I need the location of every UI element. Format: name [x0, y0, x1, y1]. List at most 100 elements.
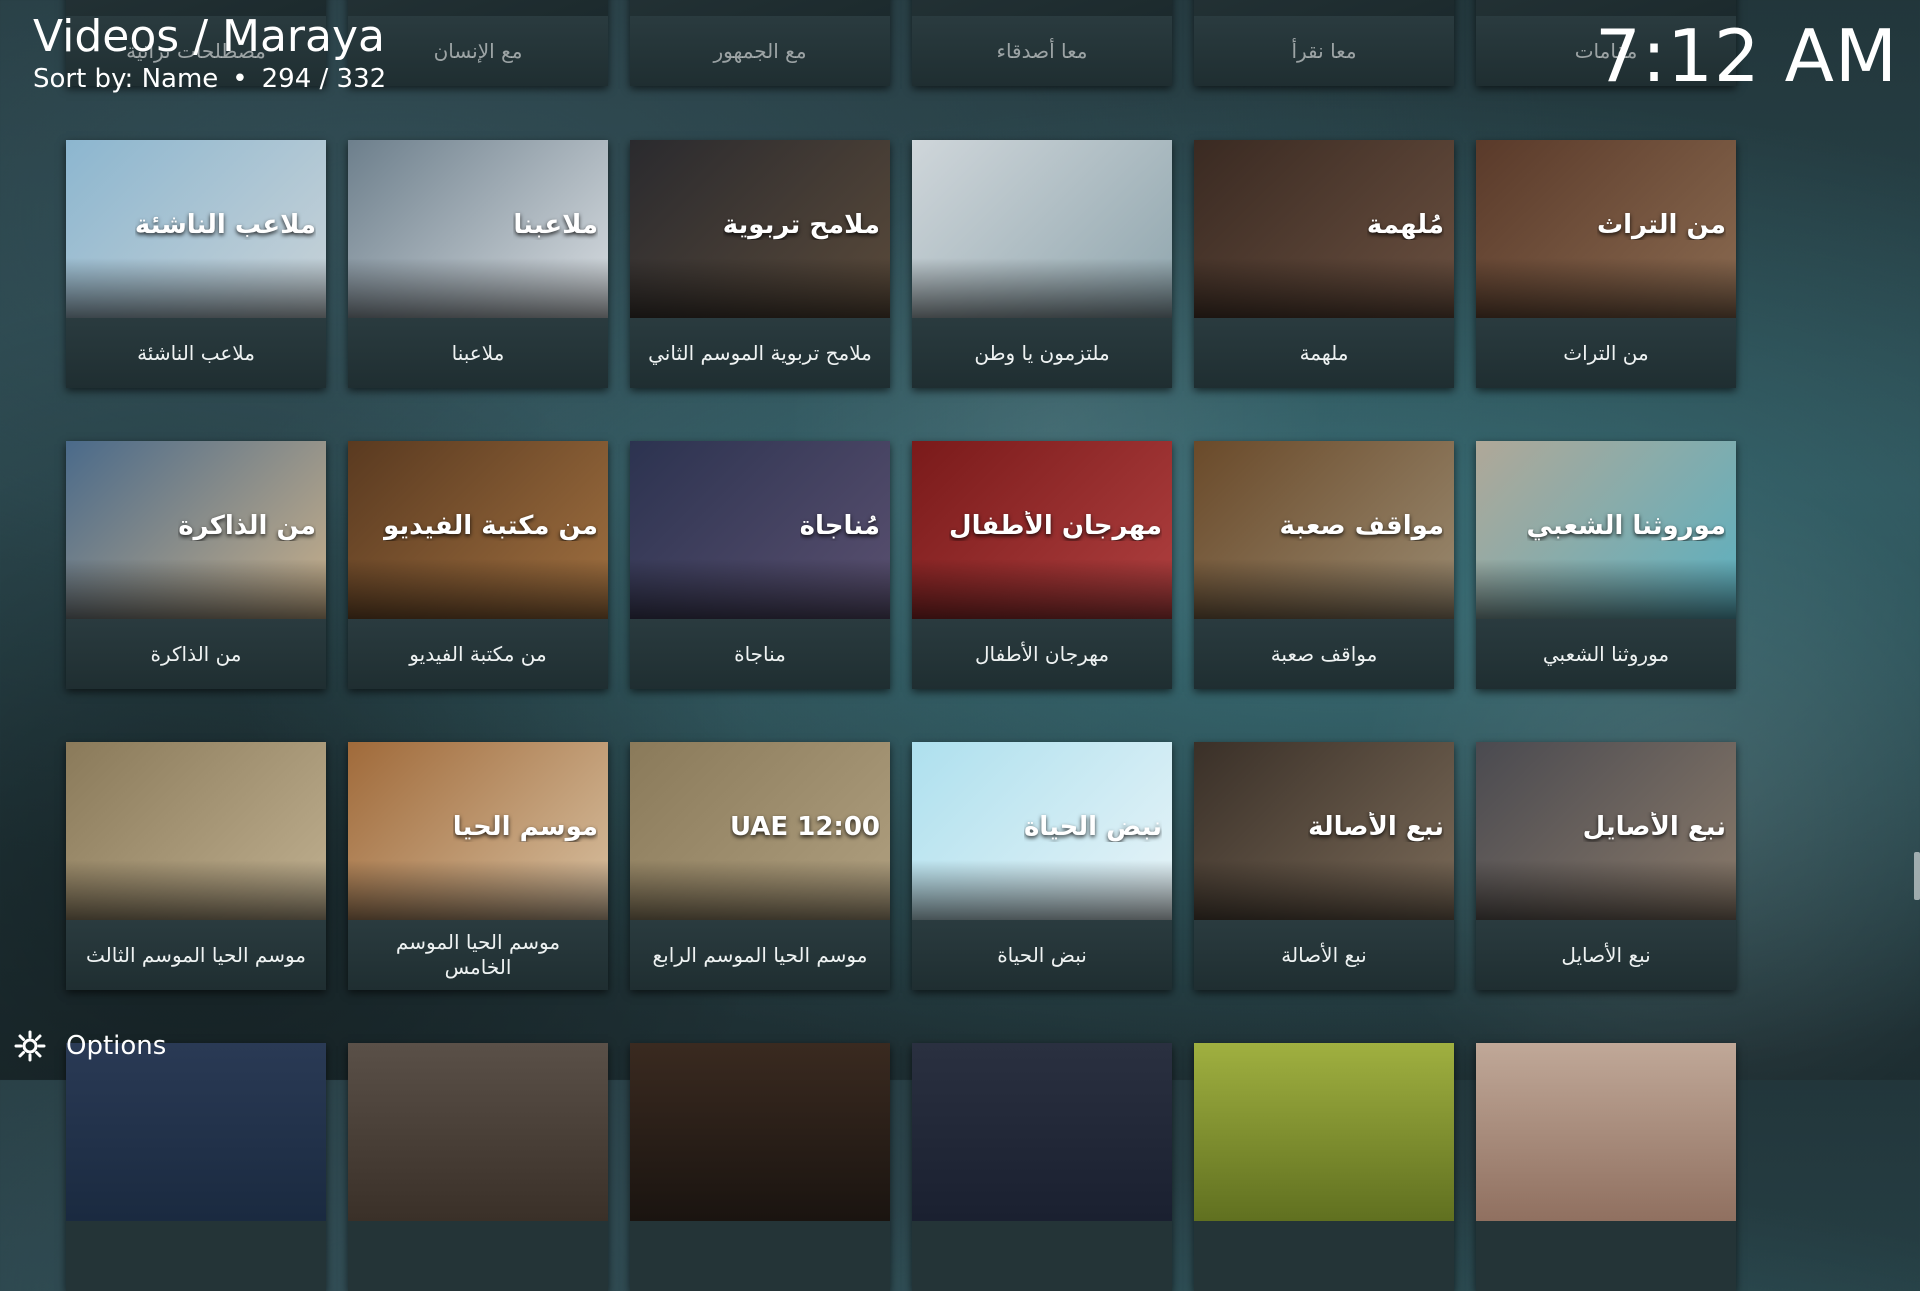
- tile-title: موسم الحيا الموسم الخامس: [348, 920, 608, 990]
- tile-title: ملامح تربوية الموسم الثاني: [630, 318, 890, 388]
- video-tile[interactable]: موسم الحيا موسم الحيا الموسم الخامس: [348, 742, 608, 990]
- thumbnail: [912, 0, 1172, 16]
- tile-title: موسم الحيا الموسم الرابع: [630, 920, 890, 990]
- tile-title: مناجاة: [630, 619, 890, 689]
- tile-title: معا نقرأ: [1194, 16, 1454, 86]
- tile-title: موروثنا الشعبي: [1476, 619, 1736, 689]
- tile-title: ملهمة: [1194, 318, 1454, 388]
- thumbnail-logo-text: نبع الأصالة: [1308, 812, 1444, 842]
- thumbnail-logo-text: ملامح تربوية: [722, 210, 880, 240]
- thumbnail-logo-text: موروثنا الشعبي: [1526, 511, 1726, 541]
- thumbnail-logo-text: نبع الأصايل: [1582, 812, 1726, 842]
- video-tile[interactable]: ملامح تربوية ملامح تربوية الموسم الثاني: [630, 140, 890, 388]
- page-header: Videos / Maraya Sort by: Name • 294 / 33…: [33, 11, 386, 95]
- thumbnail: مواقف صعبة: [1194, 441, 1454, 619]
- video-tile[interactable]: مواقف صعبة مواقف صعبة: [1194, 441, 1454, 689]
- video-tile[interactable]: مع الجمهور: [630, 0, 890, 86]
- video-tile[interactable]: [1476, 1043, 1736, 1291]
- thumbnail-logo-text: من الذاكرة: [178, 511, 316, 541]
- video-tile[interactable]: ملتزمون يا وطن: [912, 140, 1172, 388]
- thumbnail: ملامح تربوية: [630, 140, 890, 318]
- thumbnail-logo-text: مُناجاة: [799, 511, 880, 541]
- thumbnail-logo-text: نبض الحياة: [1023, 812, 1162, 842]
- item-counter: 294 / 332: [261, 64, 387, 94]
- tile-title: مع الجمهور: [630, 16, 890, 86]
- tile-title: ملتزمون يا وطن: [912, 318, 1172, 388]
- sort-info: Sort by: Name • 294 / 332: [33, 64, 386, 94]
- thumbnail: 12:00 UAE: [630, 742, 890, 920]
- thumbnail-logo-text: ملاعب الناشئة: [134, 210, 316, 240]
- video-tile[interactable]: موسم الحيا الموسم الثالث: [66, 742, 326, 990]
- video-tile[interactable]: مُناجاة مناجاة: [630, 441, 890, 689]
- thumbnail-logo-text: مواقف صعبة: [1279, 511, 1444, 541]
- thumbnail: ملاعب الناشئة: [66, 140, 326, 318]
- scrollbar[interactable]: [1914, 852, 1920, 900]
- tile-title: ملاعبنا: [348, 318, 608, 388]
- tile-title: موسم الحيا الموسم الثالث: [66, 920, 326, 990]
- thumbnail: [348, 0, 608, 16]
- video-tile[interactable]: نبع الأصالة نبع الأصالة: [1194, 742, 1454, 990]
- video-tile[interactable]: مُلهِمة ملهمة: [1194, 140, 1454, 388]
- video-tile[interactable]: نبع الأصايل نبع الأصايل: [1476, 742, 1736, 990]
- thumbnail: من الذاكرة: [66, 441, 326, 619]
- thumbnail-logo-text: من التراث: [1596, 210, 1726, 240]
- thumbnail: ملاعبنا: [348, 140, 608, 318]
- video-tile[interactable]: ملاعبنا ملاعبنا: [348, 140, 608, 388]
- thumbnail-logo-text: ملاعبنا: [513, 210, 598, 240]
- video-tile[interactable]: معا نقرأ: [1194, 0, 1454, 86]
- video-tile[interactable]: معا أصدقاء: [912, 0, 1172, 86]
- thumbnail: [912, 1043, 1172, 1221]
- thumbnail: [912, 140, 1172, 318]
- clock: 7:12 AM: [1595, 14, 1898, 98]
- tile-title: مع الإنسان: [348, 16, 608, 86]
- video-tile[interactable]: [912, 1043, 1172, 1291]
- sort-label: Sort by: Name: [33, 64, 219, 94]
- tile-title: ملاعب الناشئة: [66, 318, 326, 388]
- options-label: Options: [66, 1031, 167, 1061]
- video-tile[interactable]: [66, 1043, 326, 1291]
- thumbnail: من مكتبة الفيديو: [348, 441, 608, 619]
- video-tile[interactable]: [348, 1043, 608, 1291]
- tile-title: من الذاكرة: [66, 619, 326, 689]
- video-tile[interactable]: 12:00 UAE موسم الحيا الموسم الرابع: [630, 742, 890, 990]
- thumbnail: [66, 1043, 326, 1221]
- video-tile[interactable]: [630, 1043, 890, 1291]
- thumbnail: موروثنا الشعبي: [1476, 441, 1736, 619]
- thumbnail: [1194, 0, 1454, 16]
- video-tile[interactable]: [1194, 1043, 1454, 1291]
- thumbnail: [1476, 1043, 1736, 1221]
- video-tile[interactable]: نبض الحياة نبض الحياة: [912, 742, 1172, 990]
- video-tile[interactable]: من الذاكرة من الذاكرة: [66, 441, 326, 689]
- gear-icon: [12, 1028, 48, 1064]
- tile-title: معا أصدقاء: [912, 16, 1172, 86]
- options-button[interactable]: Options: [12, 1028, 166, 1064]
- thumbnail: مهرجان الأطفال: [912, 441, 1172, 619]
- video-tile[interactable]: مهرجان الأطفال مهرجان الأطفال: [912, 441, 1172, 689]
- thumbnail: نبع الأصايل: [1476, 742, 1736, 920]
- thumbnail: [348, 1043, 608, 1221]
- video-tile[interactable]: موروثنا الشعبي موروثنا الشعبي: [1476, 441, 1736, 689]
- thumbnail: [66, 742, 326, 920]
- video-tile[interactable]: مع الإنسان: [348, 0, 608, 86]
- thumbnail-logo-text: مهرجان الأطفال: [949, 511, 1162, 541]
- thumbnail: من التراث: [1476, 140, 1736, 318]
- video-tile[interactable]: من التراث من التراث: [1476, 140, 1736, 388]
- thumbnail: مُلهِمة: [1194, 140, 1454, 318]
- thumbnail: نبض الحياة: [912, 742, 1172, 920]
- thumbnail-logo-text: من مكتبة الفيديو: [383, 511, 598, 541]
- video-tile[interactable]: من مكتبة الفيديو من مكتبة الفيديو: [348, 441, 608, 689]
- thumbnail: موسم الحيا: [348, 742, 608, 920]
- thumbnail-logo-text: مُلهِمة: [1366, 210, 1444, 240]
- tile-title: مواقف صعبة: [1194, 619, 1454, 689]
- page-title: Videos / Maraya: [33, 11, 385, 62]
- thumbnail: مُناجاة: [630, 441, 890, 619]
- thumbnail-logo-text: 12:00 UAE: [729, 812, 880, 842]
- separator: •: [232, 64, 248, 94]
- video-tile[interactable]: ملاعب الناشئة ملاعب الناشئة: [66, 140, 326, 388]
- tile-title: نبع الأصايل: [1476, 920, 1736, 990]
- tile-title: من مكتبة الفيديو: [348, 619, 608, 689]
- tile-title: من التراث: [1476, 318, 1736, 388]
- tile-title: نبض الحياة: [912, 920, 1172, 990]
- thumbnail: [1194, 1043, 1454, 1221]
- thumbnail: [630, 0, 890, 16]
